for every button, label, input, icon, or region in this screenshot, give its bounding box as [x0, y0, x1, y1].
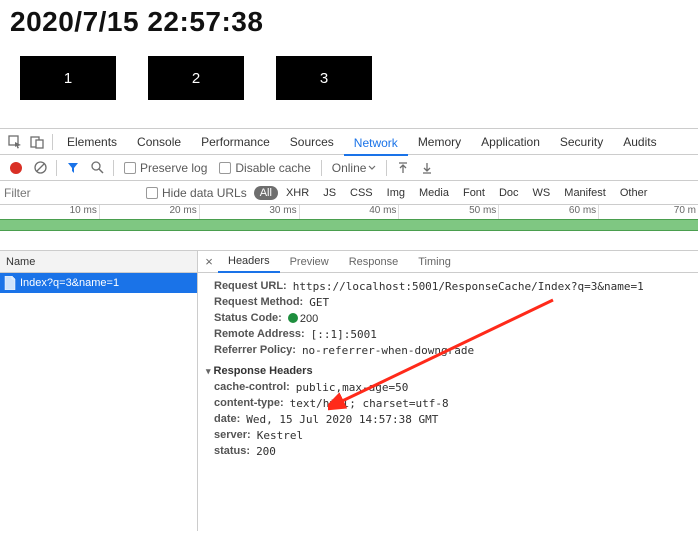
- tab-console[interactable]: Console: [127, 129, 191, 155]
- devtools-panel: Elements Console Performance Sources Net…: [0, 128, 698, 531]
- status-value: 200: [256, 445, 276, 458]
- preserve-log-checkbox[interactable]: Preserve log: [124, 161, 207, 175]
- timeline-tick: 30 ms: [200, 205, 300, 219]
- filter-chip-img[interactable]: Img: [381, 186, 411, 200]
- filter-chip-doc[interactable]: Doc: [493, 186, 525, 200]
- timeline-tick: 40 ms: [300, 205, 400, 219]
- timeline-tick: 10 ms: [0, 205, 100, 219]
- disable-cache-label: Disable cache: [235, 161, 310, 175]
- tab-memory[interactable]: Memory: [408, 129, 471, 155]
- remote-address-key: Remote Address:: [214, 328, 305, 341]
- filter-icon[interactable]: [65, 160, 81, 176]
- filter-chip-other[interactable]: Other: [614, 186, 654, 200]
- detail-tab-timing[interactable]: Timing: [408, 256, 461, 268]
- request-detail: × Headers Preview Response Timing Reques…: [198, 251, 698, 531]
- timeline-tick: 70 m: [599, 205, 698, 219]
- filter-chip-font[interactable]: Font: [457, 186, 491, 200]
- upload-har-icon[interactable]: [395, 160, 411, 176]
- preserve-log-label: Preserve log: [140, 161, 207, 175]
- download-har-icon[interactable]: [419, 160, 435, 176]
- hide-data-urls-checkbox[interactable]: Hide data URLs: [146, 186, 247, 200]
- search-icon[interactable]: [89, 160, 105, 176]
- device-toolbar-icon[interactable]: [29, 134, 45, 150]
- page-timestamp: 2020/7/15 22:57:38: [10, 6, 688, 38]
- disable-cache-checkbox[interactable]: Disable cache: [219, 161, 310, 175]
- date-key: date:: [214, 413, 240, 426]
- filter-chip-media[interactable]: Media: [413, 186, 455, 200]
- button-2[interactable]: 2: [148, 56, 244, 100]
- timeline-tick: 60 ms: [499, 205, 599, 219]
- devtools-tab-bar: Elements Console Performance Sources Net…: [0, 129, 698, 155]
- detail-tab-preview[interactable]: Preview: [280, 256, 339, 268]
- detail-tab-headers[interactable]: Headers: [218, 251, 280, 273]
- tab-security[interactable]: Security: [550, 129, 613, 155]
- referrer-policy-value: no-referrer-when-downgrade: [302, 344, 474, 357]
- chevron-down-icon: [368, 164, 376, 172]
- filter-chip-js[interactable]: JS: [317, 186, 342, 200]
- request-list: Name Index?q=3&name=1: [0, 251, 198, 531]
- timeline-tick: 20 ms: [100, 205, 200, 219]
- referrer-policy-key: Referrer Policy:: [214, 344, 296, 357]
- filter-chip-css[interactable]: CSS: [344, 186, 379, 200]
- document-icon: [4, 276, 16, 290]
- throttling-select[interactable]: Online: [332, 161, 377, 175]
- record-icon[interactable]: [10, 162, 22, 174]
- filter-chip-xhr[interactable]: XHR: [280, 186, 315, 200]
- clear-icon[interactable]: [32, 160, 48, 176]
- throttling-label: Online: [332, 161, 367, 175]
- tab-performance[interactable]: Performance: [191, 129, 280, 155]
- remote-address-value: [::1]:5001: [311, 328, 377, 341]
- timeline-overview[interactable]: 10 ms 20 ms 30 ms 40 ms 50 ms 60 ms 70 m: [0, 205, 698, 251]
- tab-network[interactable]: Network: [344, 130, 408, 156]
- cache-control-key: cache-control:: [214, 381, 290, 394]
- date-value: Wed, 15 Jul 2020 14:57:38 GMT: [246, 413, 438, 426]
- content-type-value: text/html; charset=utf-8: [290, 397, 449, 410]
- server-value: Kestrel: [257, 429, 303, 442]
- status-code-key: Status Code:: [214, 312, 282, 325]
- response-headers-section[interactable]: Response Headers: [206, 365, 690, 377]
- server-key: server:: [214, 429, 251, 442]
- tab-sources[interactable]: Sources: [280, 129, 344, 155]
- cache-control-value: public,max-age=50: [296, 381, 409, 394]
- request-url-value: https://localhost:5001/ResponseCache/Ind…: [293, 280, 644, 293]
- status-code-value: 200: [288, 312, 318, 325]
- button-3[interactable]: 3: [276, 56, 372, 100]
- status-key: status:: [214, 445, 250, 458]
- tab-application[interactable]: Application: [471, 129, 550, 155]
- button-1[interactable]: 1: [20, 56, 116, 100]
- inspect-element-icon[interactable]: [7, 134, 23, 150]
- request-method-value: GET: [309, 296, 329, 309]
- status-dot-icon: [288, 313, 298, 323]
- request-name: Index?q=3&name=1: [20, 277, 119, 289]
- detail-tab-response[interactable]: Response: [339, 256, 409, 268]
- request-row[interactable]: Index?q=3&name=1: [0, 273, 197, 293]
- request-url-key: Request URL:: [214, 280, 287, 293]
- filter-chip-all[interactable]: All: [254, 186, 278, 200]
- network-toolbar: Preserve log Disable cache Online: [0, 155, 698, 181]
- request-list-header[interactable]: Name: [0, 251, 197, 273]
- request-method-key: Request Method:: [214, 296, 303, 309]
- filter-chip-ws[interactable]: WS: [527, 186, 557, 200]
- close-icon[interactable]: ×: [200, 254, 218, 269]
- filter-input[interactable]: [0, 183, 140, 203]
- filter-bar: Hide data URLs All XHR JS CSS Img Media …: [0, 181, 698, 205]
- filter-chip-manifest[interactable]: Manifest: [558, 186, 612, 200]
- timeline-tick: 50 ms: [399, 205, 499, 219]
- tab-elements[interactable]: Elements: [57, 129, 127, 155]
- hide-data-urls-label: Hide data URLs: [162, 186, 247, 200]
- tab-audits[interactable]: Audits: [613, 129, 666, 155]
- content-type-key: content-type:: [214, 397, 284, 410]
